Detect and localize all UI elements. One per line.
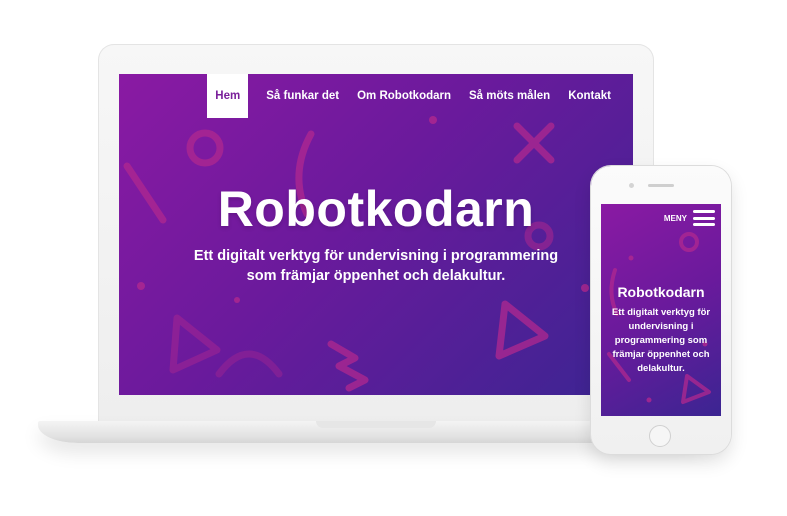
circle-shape [186, 129, 224, 167]
nav-item-kontakt[interactable]: Kontakt [568, 90, 611, 102]
hero-subtitle-line-2: som främjar öppenhet och delakultur. [246, 268, 506, 284]
nav-item-sa-funkar-det[interactable]: Så funkar det [266, 90, 339, 102]
mobile-website-screen: MENY Robotkodarn Ett digitalt verktyg fö… [601, 204, 721, 416]
nav-item-om-robotkodarn[interactable]: Om Robotkodarn [357, 90, 451, 102]
hero-subtitle: Ett digitalt verktyg för undervisning i … [169, 246, 583, 286]
nav-item-sa-mots-malen[interactable]: Så möts målen [469, 90, 550, 102]
mobile-menu-label[interactable]: MENY [664, 214, 687, 223]
main-navigation: Hem Så funkar det Om Robotkodarn Så möts… [207, 74, 611, 118]
hamburger-icon[interactable] [693, 210, 715, 226]
phone-speaker [648, 184, 674, 187]
zigzag-shape [327, 340, 369, 392]
nav-item-hem[interactable]: Hem [207, 74, 249, 118]
mobile-hero-subtitle: Ett digitalt verktyg för undervisning i … [611, 307, 711, 374]
home-button-icon [649, 425, 671, 447]
phone-camera [629, 183, 634, 188]
hero-subtitle-line-1: Ett digitalt verktyg för undervisning i … [193, 248, 559, 264]
laptop-notch [316, 421, 436, 428]
mobile-hero-title: Robotkodarn [617, 284, 705, 300]
device-mockup-stage: Hem Så funkar det Om Robotkodarn Så möts… [0, 0, 787, 516]
triangle-shape [495, 300, 549, 360]
hero-title: Robotkodarn [217, 181, 535, 237]
desktop-website-screen: Hem Så funkar det Om Robotkodarn Så möts… [119, 74, 633, 395]
